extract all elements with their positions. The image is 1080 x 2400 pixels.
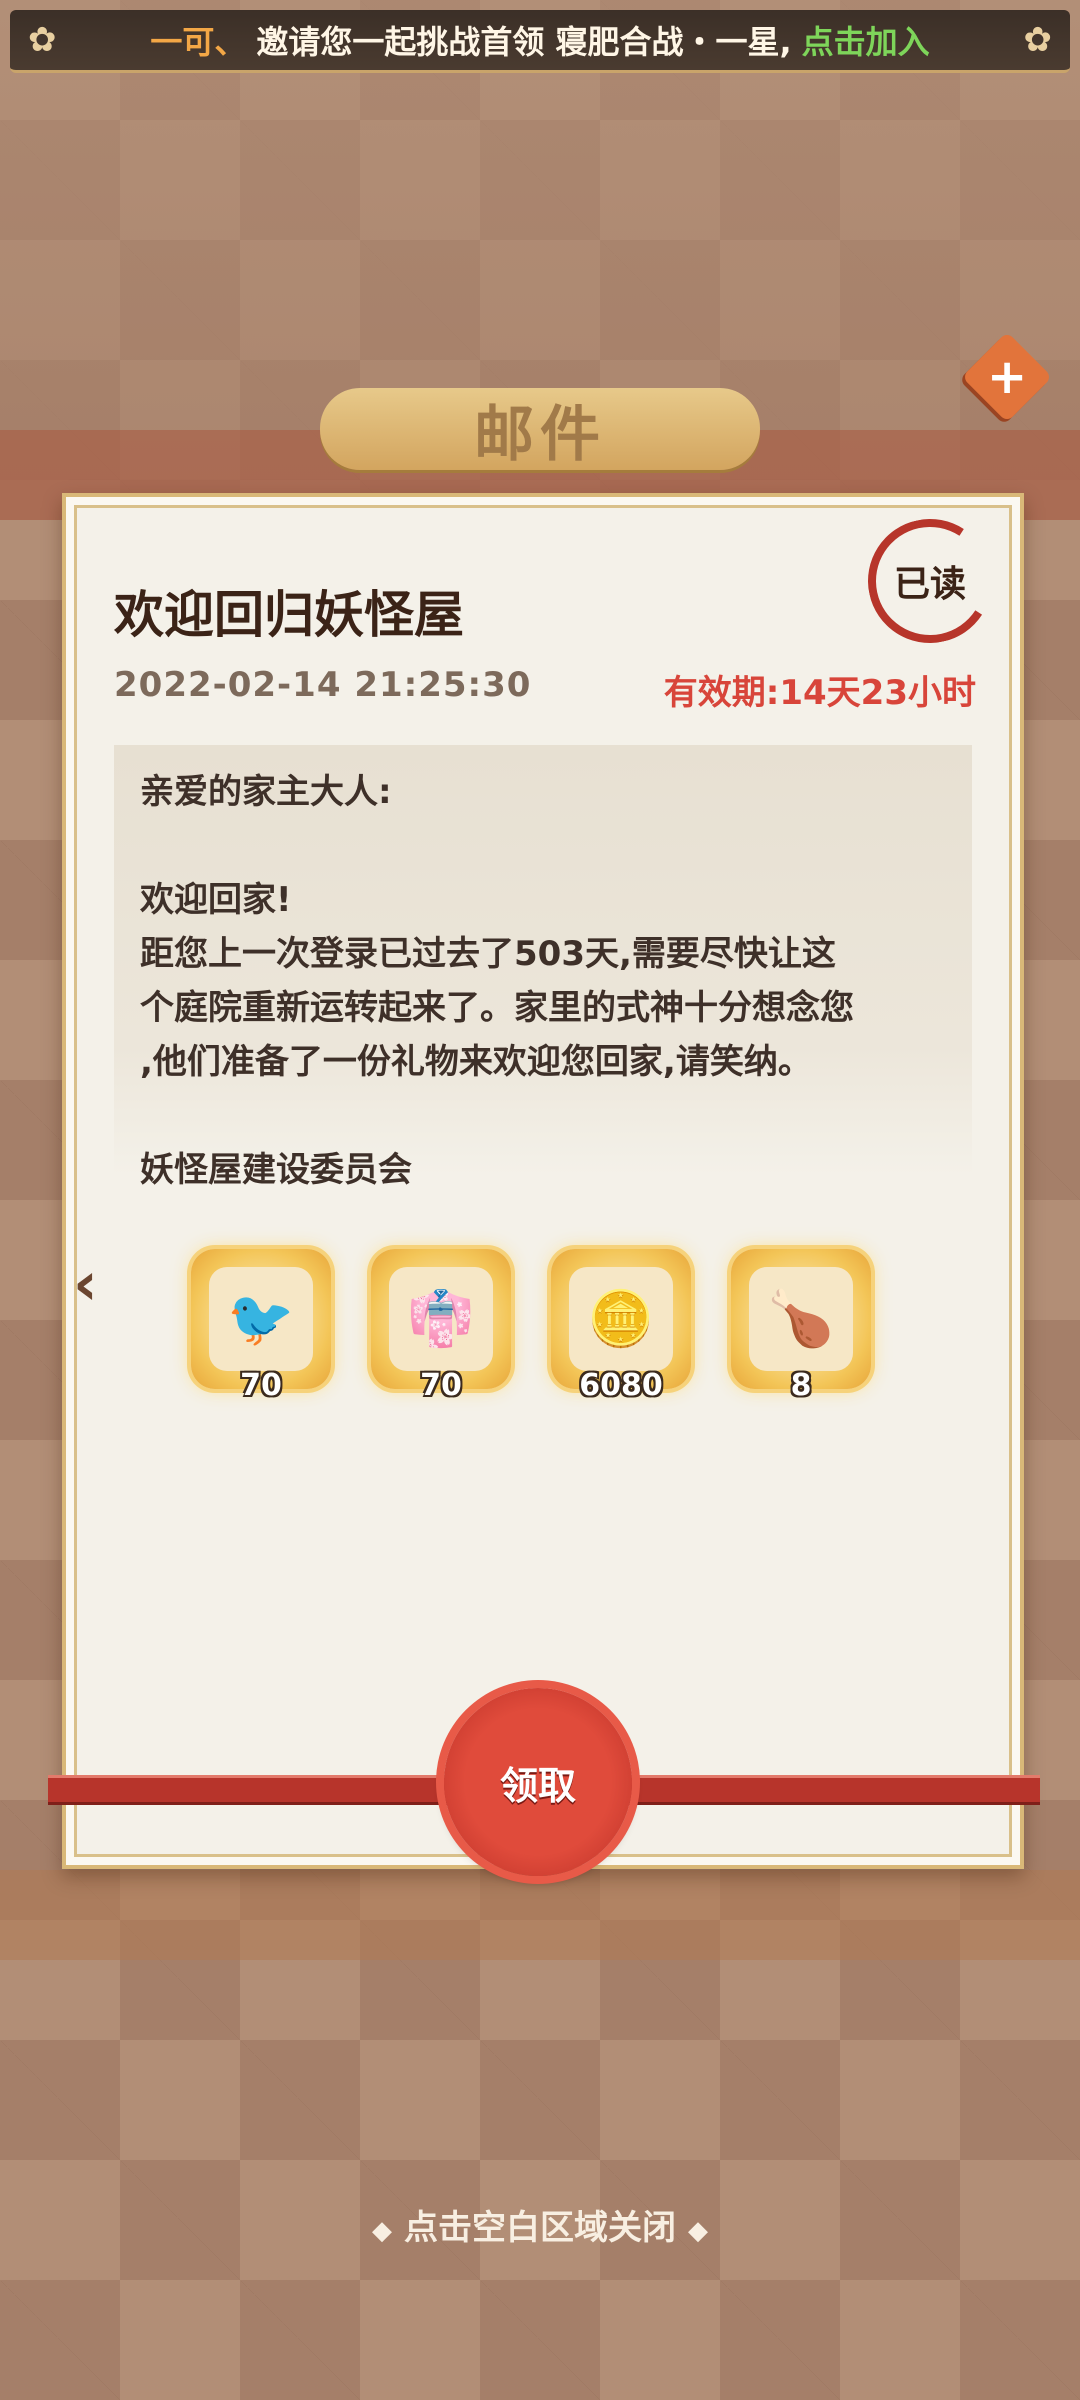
letter-body: 亲爱的家主大人: 欢迎回家! 距您上一次登录已过去了503天,需要尽快让这 个庭…	[114, 745, 972, 1190]
broadcast-message: 邀请您一起挑战首领 寝肥合战・一星,	[256, 23, 792, 61]
reward-item[interactable]: 👘 70	[371, 1249, 511, 1403]
letter-validity: 有效期:14天23小时	[663, 673, 976, 713]
letter-date: 2022-02-14 21:25:30	[114, 665, 532, 705]
letter-greeting: 亲爱的家主大人:	[140, 772, 392, 812]
read-stamp: 已读	[856, 507, 1004, 655]
read-stamp-label: 已读	[893, 564, 967, 606]
reward-list: 🐦 70 👘 70 🪙 6080 🍗 8	[191, 1249, 871, 1403]
diamond-icon: ◆	[372, 2216, 392, 2246]
letter-line: 欢迎回家!	[140, 880, 292, 920]
costume-scroll-icon: 👘	[389, 1267, 493, 1371]
mail-letter: 欢迎回归妖怪屋 已读 2022-02-14 21:25:30 有效期:14天23…	[62, 493, 1024, 1869]
food-icon: 🍗	[749, 1267, 853, 1371]
flower-icon: ✿	[1023, 20, 1053, 60]
mail-title-banner: 邮件	[320, 388, 760, 470]
close-hint[interactable]: ◆ 点击空白区域关闭 ◆	[0, 2200, 1080, 2249]
claim-label: 领取	[499, 1763, 576, 1808]
reward-count: 70	[420, 1368, 462, 1403]
reward-count: 70	[240, 1368, 282, 1403]
letter-signature: 妖怪屋建设委员会	[140, 1150, 412, 1190]
letter-line: 个庭院重新运转起来了。家里的式神十分想念您	[140, 988, 854, 1028]
close-hint-label: 点击空白区域关闭	[404, 2208, 676, 2248]
paper-figure-icon: 🐦	[209, 1267, 313, 1371]
coin-icon: 🪙	[569, 1267, 673, 1371]
reward-item[interactable]: 🍗 8	[731, 1249, 871, 1403]
claim-button[interactable]: 领取	[444, 1688, 632, 1876]
join-link[interactable]: 点击加入	[802, 17, 930, 63]
mail-title: 邮件	[474, 399, 606, 470]
letter-title: 欢迎回归妖怪屋	[114, 586, 464, 644]
reward-item[interactable]: 🪙 6080	[551, 1249, 691, 1403]
reward-item[interactable]: 🐦 70	[191, 1249, 331, 1403]
letter-line: ,他们准备了一份礼物来欢迎您回家,请笑纳。	[140, 1042, 812, 1082]
letter-line: 距您上一次登录已过去了503天,需要尽快让这	[140, 934, 836, 974]
flower-icon: ✿	[28, 20, 57, 60]
background-lower-band	[0, 1870, 1080, 1960]
diamond-icon: ◆	[688, 2216, 708, 2246]
broadcast-sender: 一可、	[150, 23, 247, 61]
reward-count: 6080	[579, 1368, 663, 1403]
close-icon: +	[986, 349, 1028, 405]
broadcast-bar[interactable]: ✿ 一可、 邀请您一起挑战首领 寝肥合战・一星, 点击加入 ✿	[10, 10, 1070, 73]
chevron-left-icon[interactable]: ‹	[73, 1254, 125, 1314]
reward-count: 8	[790, 1368, 812, 1403]
